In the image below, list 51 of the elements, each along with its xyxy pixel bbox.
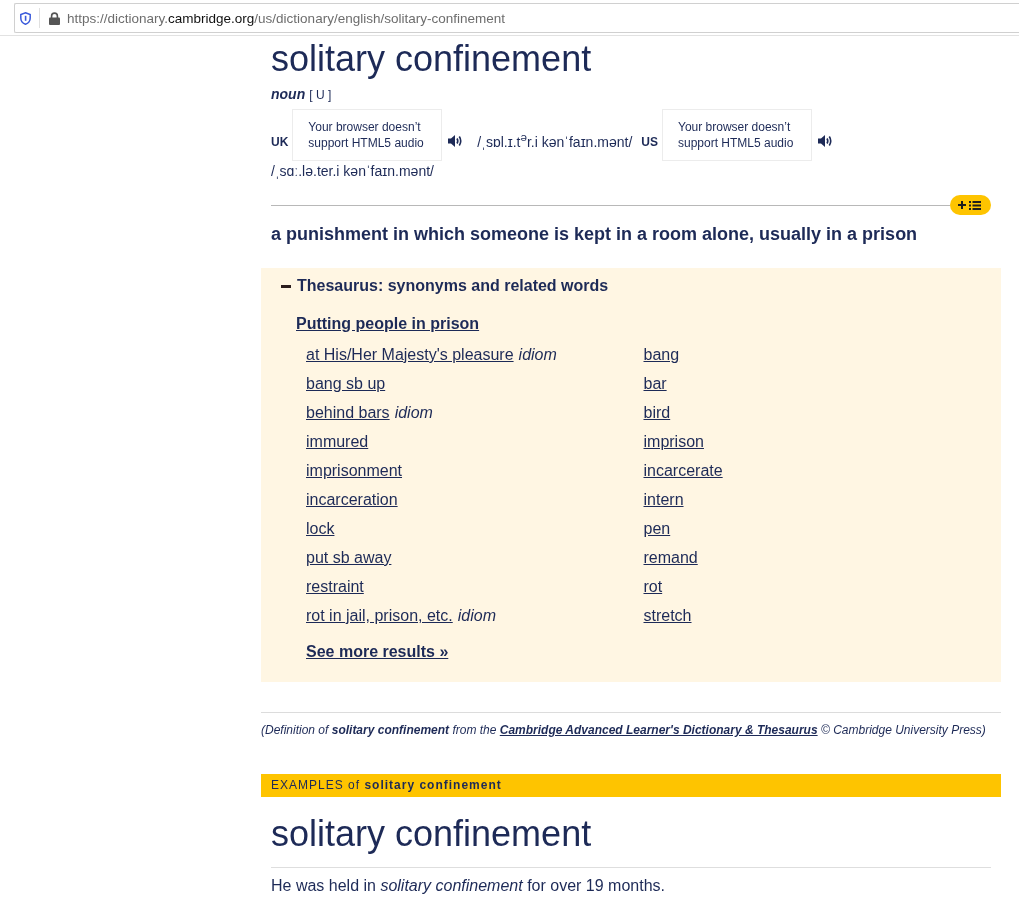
plus-icon — [958, 201, 966, 209]
grammar-code: [ U ] — [309, 87, 332, 104]
thesaurus-link[interactable]: stretch — [643, 601, 692, 630]
thesaurus-link[interactable]: immured — [306, 427, 369, 456]
add-to-word-list-button[interactable] — [950, 195, 991, 215]
pronunciation-text: /ˌsɑː.lə.ter.i kənˈfaɪn.mənt/ — [271, 162, 434, 181]
definition-text: a punishment in which someone is kept in a room alone, usually in a prison — [271, 223, 919, 246]
citation-text: (Definition of solitary confinement from the Cambridge Advanced Learner's Dictionary & Thesaurus © Cambridge University Press) — [261, 722, 987, 738]
thesaurus-link[interactable]: incarcerate — [643, 456, 723, 485]
examples-headword: solitary confinement — [271, 814, 593, 854]
url-text: https://dictionary.cambridge.org/us/dictionary/english/solitary-confinement — [67, 10, 505, 26]
thesaurus-link[interactable]: lock — [306, 514, 335, 543]
thesaurus-link[interactable]: rot in jail, prison, etc. — [306, 601, 453, 630]
idiom-label: idiom — [518, 345, 557, 365]
thesaurus-link[interactable]: incarceration — [306, 485, 398, 514]
region-label: US — [641, 134, 658, 151]
idiom-label: idiom — [394, 403, 433, 423]
thesaurus-link[interactable]: bar — [643, 369, 667, 398]
thesaurus-title: Thesaurus: synonyms and related words — [297, 276, 609, 296]
pronunciation-text: /ˌsɒl.ɪ.t$^{ə}$r.i kənˈfaɪn.mənt/ — [477, 129, 633, 152]
headword: solitary confinement — [271, 39, 593, 79]
thesaurus-link[interactable]: rot — [643, 572, 663, 601]
address-field[interactable]: https://dictionary.cambridge.org/us/dictionary/english/solitary-confinement — [14, 3, 1019, 33]
thesaurus-link[interactable]: imprisonment — [306, 456, 403, 485]
thesaurus-link[interactable]: pen — [643, 514, 671, 543]
thesaurus-link[interactable]: bang — [643, 340, 680, 369]
thesaurus-link[interactable]: behind bars — [306, 398, 390, 427]
shield-icon[interactable] — [20, 11, 31, 25]
thesaurus-link[interactable]: imprison — [643, 427, 704, 456]
region-label: UK — [271, 134, 289, 151]
list-icon — [969, 200, 981, 210]
examples-header: EXAMPLES of solitary confinement — [261, 774, 1001, 797]
idiom-label: idiom — [457, 606, 496, 626]
topic-link[interactable]: Putting people in prison — [296, 314, 480, 334]
thesaurus-link[interactable]: restraint — [306, 572, 364, 601]
lock-icon — [49, 11, 60, 25]
audio-message: Your browser doesn’t support HTML5 audio — [662, 109, 812, 161]
example-sentence: He was held in solitary confinement for over 19 months. — [271, 876, 666, 896]
speaker-icon[interactable] — [448, 135, 464, 147]
thesaurus-link[interactable]: bird — [643, 398, 671, 427]
thesaurus-link[interactable]: bang sb up — [306, 369, 386, 398]
see-more-link[interactable]: See more results » — [306, 642, 449, 662]
speaker-icon[interactable] — [818, 135, 833, 147]
thesaurus-link[interactable]: intern — [643, 485, 684, 514]
thesaurus-link[interactable]: remand — [643, 543, 698, 572]
part-of-speech: noun — [271, 85, 306, 104]
audio-message: Your browser doesn’t support HTML5 audio — [292, 109, 443, 161]
minus-icon[interactable] — [281, 284, 291, 288]
thesaurus-link[interactable]: put sb away — [306, 543, 392, 572]
thesaurus-link[interactable]: at His/Her Majesty's pleasure — [306, 340, 514, 369]
dictionary-link[interactable]: Cambridge Advanced Learner's Dictionary & Thesaurus — [499, 723, 818, 737]
